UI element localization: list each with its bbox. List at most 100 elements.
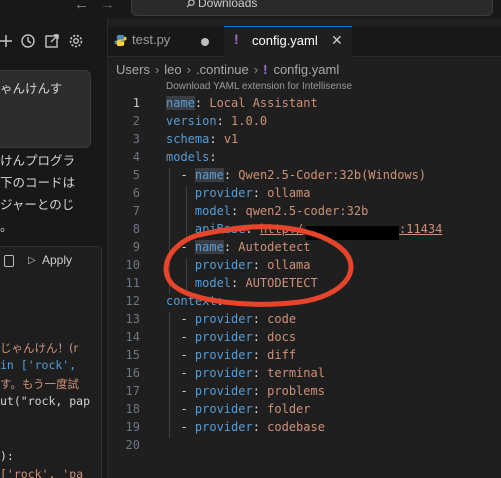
code-line-2[interactable]: version: 1.0.0	[166, 114, 267, 128]
line-number: 17	[125, 384, 140, 398]
code-line: ut("rock, pap	[0, 394, 91, 408]
yaml-key: provider	[194, 384, 253, 398]
search-label: Downloads	[198, 0, 258, 10]
yaml-key: name	[194, 240, 224, 254]
yaml-key: provider	[194, 402, 253, 416]
yaml-exclamation-icon: !	[234, 31, 239, 47]
code-line-9[interactable]: - name: Autodetect	[166, 240, 311, 254]
line-number: 10	[125, 258, 140, 272]
code-line-8-port: :11434	[399, 222, 442, 236]
code-line-19[interactable]: - provider: codebase	[166, 420, 325, 434]
code-line: ):	[0, 449, 14, 463]
yaml-key: name	[166, 96, 195, 110]
yaml-value: AUTODETECT	[245, 276, 318, 290]
response-line: 下のコードは	[0, 175, 76, 190]
line-number: 9	[132, 240, 140, 254]
breadcrumb-item[interactable]: .continue	[196, 62, 249, 77]
code-line-13[interactable]: - provider: code	[166, 312, 296, 326]
tab-label: test.py	[132, 32, 171, 47]
line-number: 18	[125, 402, 140, 416]
chevron-right-icon: ›	[253, 62, 259, 77]
response-line: けんプログラ	[0, 153, 76, 168]
line-number: 12	[125, 294, 140, 308]
code-line-8[interactable]: apiBase: http:/	[166, 222, 303, 236]
yaml-value: codebase	[267, 420, 325, 434]
yaml-key: schema	[166, 132, 210, 146]
user-message-text: ゃんけんす	[0, 81, 63, 96]
breadcrumb-item[interactable]: leo	[164, 62, 181, 77]
codelens-hint[interactable]: Download YAML extension for Intellisense	[166, 81, 352, 92]
code-line-15[interactable]: - provider: diff	[166, 348, 296, 362]
history-icon[interactable]	[20, 33, 36, 49]
yaml-key: context	[166, 294, 217, 308]
code-line-11[interactable]: model: AUTODETECT	[166, 276, 318, 290]
yaml-value: diff	[267, 348, 297, 362]
code-line: in ['rock',	[0, 358, 77, 372]
yaml-value: Qwen2.5-Coder:32b(Windows)	[238, 168, 427, 182]
unsaved-dot-icon	[201, 38, 209, 46]
code-line-4[interactable]: models:	[166, 150, 217, 164]
yaml-value: terminal	[267, 366, 325, 380]
code-line-7[interactable]: model: qwen2.5-coder:32b	[166, 204, 368, 218]
chat-panel: ゃんけんす けんプログラ 下のコードは ジャーとのじ 。 ▷ Apply じゃん…	[0, 18, 108, 478]
yaml-value: problems	[267, 384, 325, 398]
copy-icon[interactable]	[4, 255, 14, 267]
yaml-value: ollama	[267, 186, 311, 200]
yaml-key: apiBase	[194, 222, 246, 236]
line-number: 4	[132, 150, 140, 164]
yaml-value: v1	[223, 132, 239, 146]
code-line-14[interactable]: - provider: docs	[166, 330, 296, 344]
yaml-key: provider	[194, 366, 253, 380]
line-number: 16	[125, 366, 140, 380]
close-icon[interactable]: ✕	[331, 32, 343, 49]
line-number: 20	[125, 438, 140, 452]
chevron-right-icon: ›	[186, 62, 191, 77]
yaml-key: provider	[194, 348, 253, 362]
yaml-key: model	[194, 204, 232, 218]
code-line-17[interactable]: - provider: problems	[166, 384, 325, 398]
back-arrow-icon[interactable]: ←	[74, 0, 89, 13]
breadcrumb-item[interactable]: Users	[116, 62, 150, 77]
play-icon[interactable]: ▷	[28, 255, 36, 266]
line-number: 8	[132, 222, 140, 236]
yaml-value: Local Assistant	[209, 96, 318, 110]
open-external-icon[interactable]	[44, 33, 60, 49]
yaml-key: provider	[194, 330, 253, 344]
yaml-key: provider	[194, 420, 253, 434]
tab-config-yaml[interactable]: ! config.yaml ✕	[224, 26, 352, 57]
yaml-value: docs	[267, 330, 297, 344]
gear-icon[interactable]	[68, 33, 84, 49]
line-number: 19	[125, 420, 140, 434]
chevron-right-icon: ›	[154, 62, 160, 77]
response-line: ジャーとのじ	[0, 197, 75, 212]
response-line: 。	[0, 219, 13, 234]
yaml-key: provider	[194, 258, 253, 272]
apply-button[interactable]: Apply	[42, 253, 72, 267]
code-line: ['rock', 'pa	[0, 467, 84, 478]
tab-test-py[interactable]: test.py	[108, 26, 223, 56]
tab-label: config.yaml	[252, 33, 318, 48]
yaml-key: models	[166, 150, 210, 164]
code-line-1[interactable]: name: Local Assistant	[166, 96, 318, 110]
line-number: 7	[132, 204, 140, 218]
yaml-key: provider	[194, 186, 253, 200]
line-number: 3	[132, 132, 140, 146]
yaml-key: version	[166, 114, 217, 128]
code-line-6[interactable]: provider: ollama	[166, 186, 311, 200]
yaml-key: provider	[194, 312, 253, 326]
code-line-18[interactable]: - provider: folder	[166, 402, 310, 416]
breadcrumb-item[interactable]: config.yaml	[273, 62, 339, 77]
yaml-value: http:/	[259, 222, 304, 236]
code-line: す。もう一度試	[0, 377, 80, 391]
code-line-5[interactable]: - name: Qwen2.5-Coder:32b(Windows)	[166, 168, 426, 182]
line-number: 6	[132, 186, 140, 200]
code-line-12[interactable]: context:	[166, 294, 224, 308]
code-line-3[interactable]: schema: v1	[166, 132, 238, 146]
plus-icon[interactable]	[0, 33, 14, 49]
code-line-16[interactable]: - provider: terminal	[166, 366, 325, 380]
line-number: 5	[132, 168, 140, 182]
yaml-value: qwen2.5-coder:32b	[245, 204, 369, 218]
code-line-10[interactable]: provider: ollama	[166, 258, 311, 272]
line-number: 14	[125, 330, 140, 344]
forward-arrow-icon[interactable]: →	[100, 0, 115, 13]
